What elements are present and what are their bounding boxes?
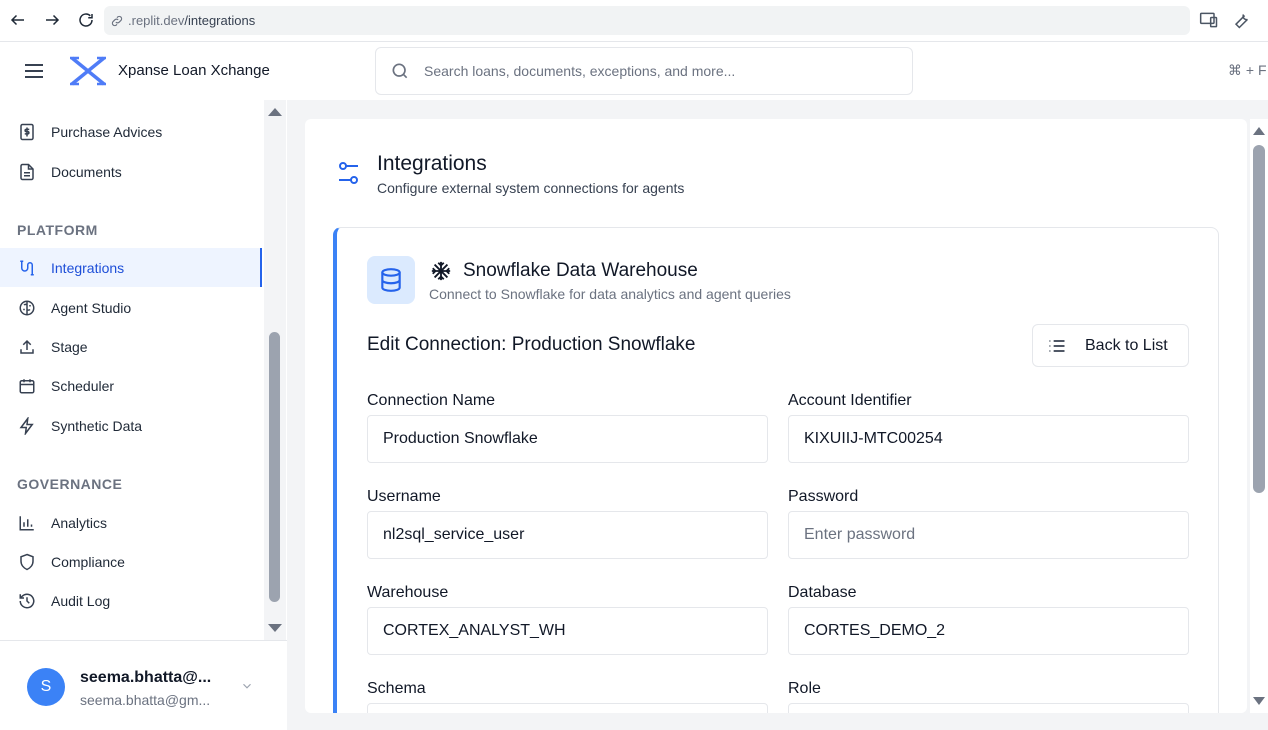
upload-icon <box>17 337 37 357</box>
snowflake-icon <box>430 260 452 282</box>
url-text: .replit.dev/integrations <box>128 13 256 28</box>
schema-input[interactable] <box>367 703 768 713</box>
search-placeholder: Search loans, documents, exceptions, and… <box>424 63 736 79</box>
sidebar-item-analytics[interactable]: Analytics <box>0 503 262 542</box>
warehouse-label: Warehouse <box>367 584 449 601</box>
warehouse-input[interactable]: CORTEX_ANALYST_WH <box>367 607 768 655</box>
search-shortcut: ⌘ + F <box>1228 62 1267 78</box>
sidebar-item-compliance[interactable]: Compliance <box>0 542 262 581</box>
section-governance: GOVERNANCE <box>17 476 123 492</box>
page-title: Integrations <box>377 152 487 175</box>
sidebar-item-label: Synthetic Data <box>51 417 143 434</box>
database-label: Database <box>788 584 857 601</box>
sidebar-item-stage[interactable]: Stage <box>0 327 262 366</box>
scroll-down-arrow-icon[interactable] <box>1253 697 1265 705</box>
main-scroll-thumb[interactable] <box>1253 145 1265 493</box>
password-input[interactable]: Enter password <box>788 511 1189 559</box>
lightning-icon <box>17 416 37 436</box>
sidebar-item-label: Scheduler <box>51 377 115 394</box>
sidebar-item-label: Purchase Advices <box>51 123 163 140</box>
sidebar-item-label: Compliance <box>51 553 125 570</box>
page-subtitle: Configure external system connections fo… <box>377 180 685 196</box>
avatar: S <box>27 668 65 706</box>
sidebar-scroll-thumb[interactable] <box>269 332 280 602</box>
scroll-up-arrow-icon[interactable] <box>268 108 282 116</box>
bar-chart-icon <box>17 513 37 533</box>
wrench-icon[interactable] <box>1231 10 1251 30</box>
back-arrow-icon[interactable] <box>6 8 30 32</box>
document-icon <box>17 162 37 182</box>
shield-icon <box>17 552 37 572</box>
sidebar-item-scheduler[interactable]: Scheduler <box>0 366 262 405</box>
sidebar-item-integrations[interactable]: Integrations <box>0 248 262 287</box>
cast-icon[interactable] <box>1199 10 1219 30</box>
sidebar-scrollbar[interactable] <box>264 100 286 640</box>
role-label: Role <box>788 680 821 697</box>
list-icon <box>1047 336 1067 356</box>
sidebar-item-label: Audit Log <box>51 592 111 609</box>
forward-arrow-icon[interactable] <box>40 8 64 32</box>
section-platform: PLATFORM <box>17 222 98 238</box>
sidebar-item-documents[interactable]: Documents <box>0 152 262 191</box>
chevron-down-icon[interactable] <box>240 679 254 693</box>
dollar-document-icon <box>17 122 37 142</box>
integrations-settings-icon <box>337 159 361 187</box>
sidebar-item-label: Agent Studio <box>51 299 132 316</box>
sidebar-item-purchase-advices[interactable]: Purchase Advices <box>0 112 262 151</box>
sidebar-item-label: Analytics <box>51 514 108 531</box>
main-content: Integrations Configure external system c… <box>305 119 1247 713</box>
connection-name-label: Connection Name <box>367 392 496 409</box>
card-title: Snowflake Data Warehouse <box>463 260 698 281</box>
brain-icon <box>17 298 37 318</box>
link-icon <box>110 14 124 28</box>
username-input[interactable]: nl2sql_service_user <box>367 511 768 559</box>
app-header: Xpanse Loan Xchange Search loans, docume… <box>0 42 1268 100</box>
snowflake-connection-card: Snowflake Data Warehouse Connect to Snow… <box>333 227 1219 713</box>
connection-name-input[interactable]: Production Snowflake <box>367 415 768 463</box>
schema-label: Schema <box>367 680 426 697</box>
account-identifier-input[interactable]: KIXUIIJ-MTC00254 <box>788 415 1189 463</box>
browser-toolbar: .replit.dev/integrations <box>0 0 1268 42</box>
sidebar-item-audit-log[interactable]: Audit Log <box>0 581 262 620</box>
xpanse-logo <box>68 55 108 87</box>
calendar-icon <box>17 376 37 396</box>
main-scrollbar[interactable] <box>1250 119 1268 713</box>
password-label: Password <box>788 488 859 505</box>
scroll-down-arrow-icon[interactable] <box>268 624 282 632</box>
sidebar-nav[interactable]: Purchase Advices Documents PLATFORM Inte… <box>0 100 262 640</box>
reload-icon[interactable] <box>74 8 98 32</box>
sidebar-item-agent-studio[interactable]: Agent Studio <box>0 288 262 327</box>
database-input[interactable]: CORTES_DEMO_2 <box>788 607 1189 655</box>
user-menu[interactable]: S seema.bhatta@... seema.bhatta@gm... <box>0 640 287 730</box>
account-identifier-label: Account Identifier <box>788 392 912 409</box>
user-email: seema.bhatta@gm... <box>80 692 211 708</box>
user-name: seema.bhatta@... <box>80 669 212 686</box>
edit-connection-title: Edit Connection: Production Snowflake <box>367 334 696 355</box>
role-input[interactable] <box>788 703 1189 713</box>
brand-name: Xpanse Loan Xchange <box>118 62 270 79</box>
username-label: Username <box>367 488 441 505</box>
sidebar-item-label: Stage <box>51 338 88 355</box>
scroll-up-arrow-icon[interactable] <box>1253 127 1265 135</box>
back-to-list-button[interactable]: Back to List <box>1032 324 1189 367</box>
card-subtitle: Connect to Snowflake for data analytics … <box>429 286 791 302</box>
sidebar-item-label: Documents <box>51 163 122 180</box>
back-to-list-label: Back to List <box>1085 336 1168 354</box>
sidebar-item-synthetic-data[interactable]: Synthetic Data <box>0 406 262 445</box>
address-bar[interactable]: .replit.dev/integrations <box>104 6 1190 35</box>
sidebar-item-label: Integrations <box>51 259 125 276</box>
global-search[interactable]: Search loans, documents, exceptions, and… <box>375 47 913 95</box>
history-icon <box>17 591 37 611</box>
integrations-icon <box>17 258 37 278</box>
database-icon <box>367 256 415 304</box>
search-icon <box>390 61 410 81</box>
sidebar: Purchase Advices Documents PLATFORM Inte… <box>0 100 287 730</box>
menu-icon[interactable] <box>24 61 44 81</box>
